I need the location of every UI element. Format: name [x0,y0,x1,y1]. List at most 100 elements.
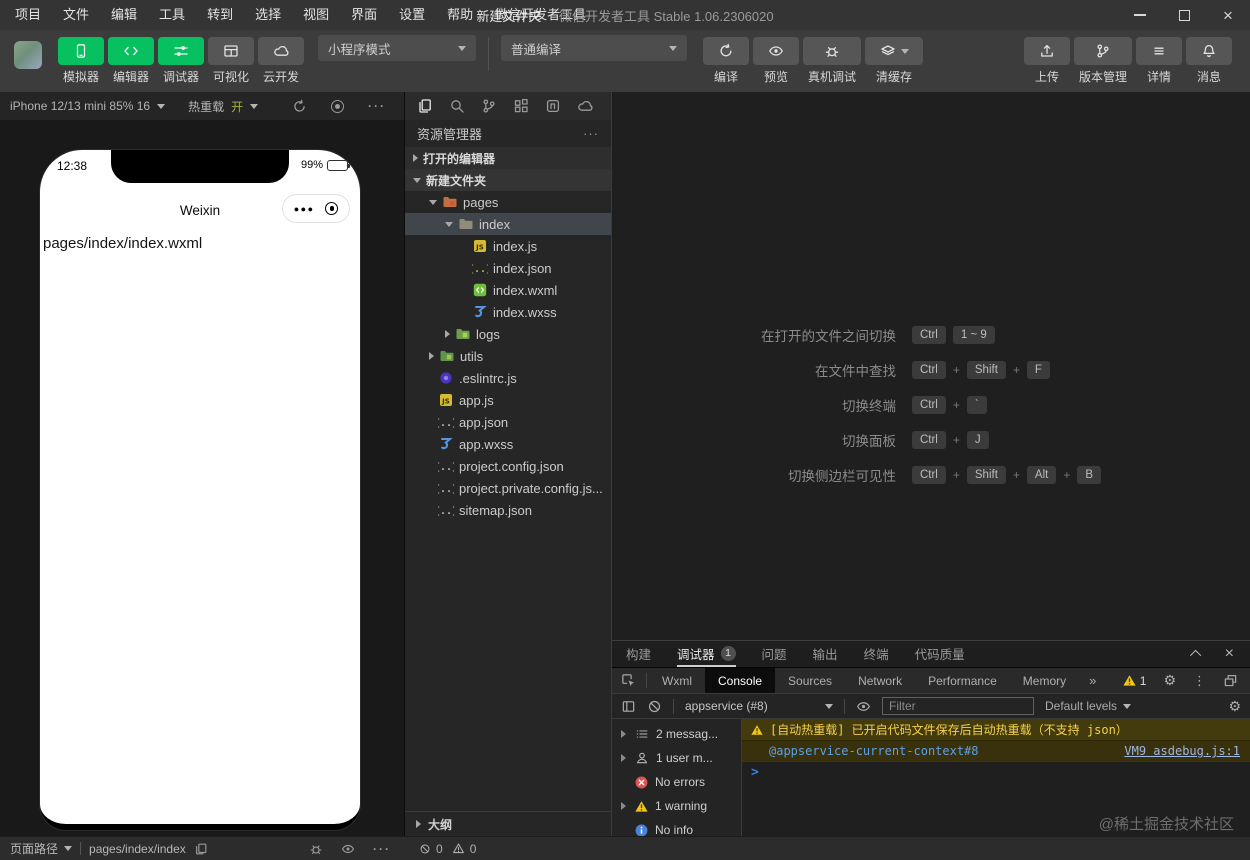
menu-item[interactable]: 设置 [388,0,436,30]
console-sidebar-item[interactable]: 1 user m... [612,746,741,770]
devtools-tab-network[interactable]: Network [845,668,915,693]
maximize-button[interactable] [1162,0,1206,30]
restart-icon[interactable] [292,99,307,114]
minimize-button[interactable] [1118,0,1162,30]
messages-button[interactable]: 消息 [1186,37,1232,85]
log-levels-select[interactable]: Default levels [1045,699,1132,713]
console-sidebar-item[interactable]: 2 messag... [612,722,741,746]
panel-tab[interactable]: 代码质量 [915,641,965,667]
tree-item[interactable]: JS app.js [405,389,611,411]
bug-icon[interactable] [309,842,323,856]
kebab-menu-icon[interactable]: ⋮ [1193,674,1206,687]
user-avatar[interactable] [14,41,42,69]
devtools-tab-performance[interactable]: Performance [915,668,1010,693]
tree-item[interactable]: index [405,213,611,235]
compile-mode-select[interactable]: 普通编译 [501,35,687,61]
page-path-select[interactable]: 页面路径 [10,840,73,857]
menu-item[interactable]: 选择 [244,0,292,30]
devtools-tab-memory[interactable]: Memory [1010,668,1079,693]
eye-icon[interactable] [341,842,355,856]
device-debug-button[interactable]: 真机调试 [803,37,861,85]
tree-item[interactable]: JS index.js [405,235,611,257]
problem-counters[interactable]: 0 0 [405,842,476,856]
panel-tab[interactable]: 终端 [864,641,889,667]
tree-item[interactable]: {..} index.json [405,257,611,279]
close-target-icon[interactable] [325,202,339,215]
more-icon[interactable]: ··· [368,99,386,113]
more-tabs-icon[interactable]: » [1079,668,1106,693]
inspect-element-icon[interactable] [612,668,644,693]
devtools-tab-wxml[interactable]: Wxml [649,668,705,693]
tree-item[interactable]: {..} sitemap.json [405,499,611,521]
more-icon[interactable]: ··· [583,126,599,141]
panel-tab[interactable]: 问题 [762,641,787,667]
panel-tab[interactable]: 输出 [813,641,838,667]
menu-item[interactable]: 转到 [196,0,244,30]
visualization-button[interactable]: 可视化 [208,37,254,85]
menu-item[interactable]: 视图 [292,0,340,30]
menu-item[interactable]: 项目 [4,0,52,30]
copy-icon[interactable] [194,842,208,856]
console-sidebar-item[interactable]: 1 warning [612,794,741,818]
tree-item[interactable]: index.wxml [405,279,611,301]
tree-item[interactable]: app.wxss [405,433,611,455]
collapse-panel-icon[interactable] [1189,649,1201,662]
tree-section[interactable]: 新建文件夹 [405,169,611,191]
source-link[interactable]: VM9 asdebug.js:1 [1124,744,1240,758]
tree-item[interactable]: .eslintrc.js [405,367,611,389]
tree-item[interactable]: pages [405,191,611,213]
console-settings-gear-icon[interactable]: ⚙ [1228,698,1241,715]
menu-item[interactable]: 工具 [148,0,196,30]
source-control-icon[interactable] [481,98,497,114]
menu-item[interactable]: 界面 [340,0,388,30]
tree-item[interactable]: logs [405,323,611,345]
console-warning-row[interactable]: [自动热重载] 已开启代码文件保存后自动热重载（不支持 json） [742,719,1250,741]
editor-button[interactable]: 编辑器 [108,37,154,85]
live-expression-eye-icon[interactable] [856,699,871,714]
simulator-button[interactable]: 模拟器 [58,37,104,85]
menu-item[interactable]: 编辑 [100,0,148,30]
chevron-down-icon[interactable] [250,103,259,109]
console-context-row[interactable]: @appservice-current-context#8 VM9 asdebu… [742,741,1250,761]
more-icon[interactable]: ··· [373,842,391,856]
tree-item[interactable]: index.wxss [405,301,611,323]
hot-reload-state[interactable]: 开 [231,98,243,115]
outline-section[interactable]: 大纲 [405,811,611,836]
search-icon[interactable] [449,98,465,114]
cloud-icon[interactable] [577,98,593,114]
hot-reload-label[interactable]: 热重载 [188,98,224,115]
extensions-icon[interactable] [513,98,529,114]
details-button[interactable]: 详情 [1136,37,1182,85]
explorer-icon[interactable] [417,98,433,114]
context-link[interactable]: @appservice-current-context#8 [769,744,979,758]
panel-tab[interactable]: 构建 [626,641,651,667]
console-sidebar-toggle-icon[interactable] [621,699,636,714]
console-sidebar-item[interactable]: No errors [612,770,741,794]
cloud-dev-button[interactable]: 云开发 [258,37,304,85]
console-filter-input[interactable] [882,697,1034,715]
preview-button[interactable]: 预览 [753,37,799,85]
panel-tab[interactable]: 调试器 1 [677,641,736,667]
tree-item[interactable]: utils [405,345,611,367]
warning-counter[interactable]: 1 [1123,674,1146,688]
mode-select[interactable]: 小程序模式 [318,35,476,61]
stop-icon[interactable] [331,99,344,113]
more-icon[interactable]: ●●● [294,204,315,214]
dock-side-icon[interactable] [1223,673,1238,688]
tree-item[interactable]: {..} project.config.json [405,455,611,477]
version-control-button[interactable]: 版本管理 [1074,37,1132,85]
devtools-tab-console[interactable]: Console [705,668,776,693]
close-button[interactable]: × [1206,0,1250,30]
menu-item[interactable]: 文件 [52,0,100,30]
npm-icon[interactable] [545,98,561,114]
debugger-button[interactable]: 调试器 [158,37,204,85]
console-sidebar-item[interactable]: No info [612,818,741,836]
console-prompt[interactable]: > [742,761,1250,783]
device-select[interactable]: iPhone 12/13 mini 85% 16 [10,99,150,113]
compile-button[interactable]: 编译 [703,37,749,85]
chevron-down-icon[interactable] [157,103,166,109]
gear-icon[interactable]: ⚙ [1163,672,1176,689]
execution-context-select[interactable]: appservice (#8) [685,699,833,713]
upload-button[interactable]: 上传 [1024,37,1070,85]
devtools-tab-sources[interactable]: Sources [775,668,845,693]
